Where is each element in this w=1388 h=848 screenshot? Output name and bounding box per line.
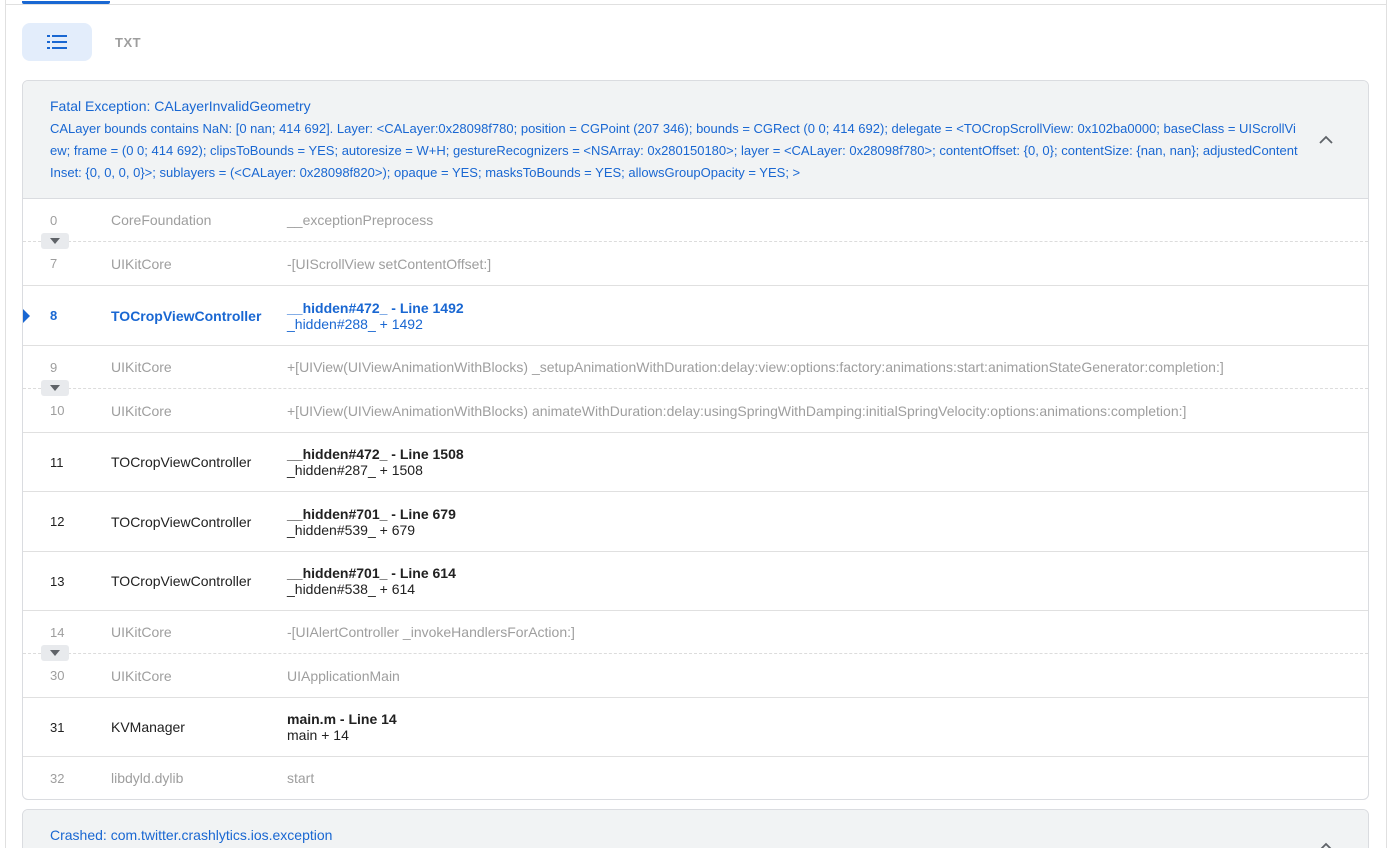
frame-symbol: start <box>287 770 315 786</box>
exception-message: CALayer bounds contains NaN: [0 nan; 414… <box>50 121 1298 180</box>
chevron-up-icon <box>1320 842 1332 848</box>
frame-symbol: +[UIView(UIViewAnimationWithBlocks) _set… <box>287 359 1224 375</box>
frame-library: TOCropViewController <box>111 513 252 530</box>
frame-library: TOCropViewController <box>111 573 252 589</box>
frame-symbol: +[UIView(UIViewAnimationWithBlocks) anim… <box>287 402 1187 419</box>
stack-frame-row[interactable]: 0 CoreFoundation __exceptionPreprocess <box>23 199 1368 249</box>
frame-symbol-offset: _hidden#539_ + 679 <box>287 521 416 538</box>
exception-title: Crashed: com.twitter.crashlytics.ios.exc… <box>50 827 333 843</box>
view-toggle: TXT <box>22 23 141 61</box>
txt-view-button[interactable]: TXT <box>115 35 141 50</box>
collapse-button[interactable] <box>1316 129 1336 149</box>
stack-frame-row[interactable]: 30 UIKitCore UIApplicationMain <box>23 654 1368 698</box>
frame-symbol: main.m - Line 14 main + 14 <box>287 711 1368 743</box>
expand-hidden-frames-button[interactable] <box>41 645 69 661</box>
stack-frame-row[interactable]: 7 UIKitCore -[UIScrollView setContentOff… <box>23 242 1368 286</box>
frame-symbol-offset: main + 14 <box>287 727 349 743</box>
frame-number: 0 <box>50 212 58 228</box>
stack-frame-row[interactable]: 13 TOCropViewController __hidden#701_ - … <box>23 552 1368 611</box>
frame-number: 13 <box>50 573 65 589</box>
frame-symbol-offset: _hidden#538_ + 614 <box>287 581 416 597</box>
frame-library: CoreFoundation <box>111 212 212 228</box>
frame-number: 30 <box>50 668 65 683</box>
expand-hidden-frames-button[interactable] <box>41 380 69 396</box>
exception-title: Fatal Exception: CALayerInvalidGeometry <box>50 98 311 114</box>
exception-card: Fatal Exception: CALayerInvalidGeometry … <box>22 80 1369 800</box>
frame-library: UIKitCore <box>111 255 172 272</box>
frame-symbol-offset: _hidden#287_ + 1508 <box>287 462 423 478</box>
frame-symbol: __exceptionPreprocess <box>287 212 434 228</box>
expand-hidden-frames-button[interactable] <box>41 233 69 249</box>
frame-symbol-main: __hidden#472_ - Line 1508 <box>287 446 464 462</box>
frame-library: UIKitCore <box>111 359 172 375</box>
frame-library: libdyld.dylib <box>111 770 184 786</box>
frame-symbol-main: __hidden#472_ - Line 1492 <box>287 299 464 316</box>
frame-library: KVManager <box>111 719 185 735</box>
exception-card: Crashed: com.twitter.crashlytics.ios.exc… <box>22 809 1369 848</box>
stack-frame-row[interactable]: 31 KVManager main.m - Line 14 main + 14 <box>23 698 1368 757</box>
frame-symbol: UIApplicationMain <box>287 667 400 684</box>
list-icon <box>47 35 67 49</box>
frame-symbol-main: __hidden#701_ - Line 679 <box>287 505 456 522</box>
stack-frame-row[interactable]: 9 UIKitCore +[UIView(UIViewAnimationWith… <box>23 346 1368 396</box>
top-divider <box>5 4 1387 5</box>
frame-symbol: __hidden#472_ - Line 1508 _hidden#287_ +… <box>287 446 1368 478</box>
frame-library: UIKitCore <box>111 402 172 419</box>
frame-symbol-main: __hidden#701_ - Line 614 <box>287 565 456 581</box>
exception-header[interactable]: Crashed: com.twitter.crashlytics.ios.exc… <box>23 810 1368 848</box>
frame-symbol: -[UIAlertController _invokeHandlersForAc… <box>287 624 575 640</box>
caret-down-icon <box>50 238 60 244</box>
frame-symbol: __hidden#701_ - Line 614 _hidden#538_ + … <box>287 565 1368 597</box>
list-view-button[interactable] <box>22 23 92 61</box>
caret-down-icon <box>50 650 60 656</box>
stack-frame-row-highlighted[interactable]: 8 TOCropViewController __hidden#472_ - L… <box>23 286 1368 346</box>
frame-library: TOCropViewController <box>111 307 262 324</box>
frame-number: 32 <box>50 770 65 786</box>
stack-frame-row[interactable]: 32 libdyld.dylib start <box>23 757 1368 799</box>
active-tab-indicator <box>22 1 110 4</box>
frame-number: 12 <box>50 514 65 529</box>
frame-library: TOCropViewController <box>111 454 252 470</box>
stack-frame-row[interactable]: 11 TOCropViewController __hidden#472_ - … <box>23 433 1368 492</box>
frame-number: 31 <box>50 719 65 735</box>
frame-symbol: __hidden#701_ - Line 679 _hidden#539_ + … <box>287 506 1368 538</box>
caret-down-icon <box>50 385 60 391</box>
frame-number: 11 <box>50 454 64 470</box>
frame-symbol: -[UIScrollView setContentOffset:] <box>287 255 492 272</box>
stack-frame-row[interactable]: 14 UIKitCore -[UIAlertController _invoke… <box>23 611 1368 661</box>
frame-library: UIKitCore <box>111 667 172 684</box>
exception-header[interactable]: Fatal Exception: CALayerInvalidGeometry … <box>23 81 1368 199</box>
frame-number: 10 <box>50 403 65 418</box>
frame-library: UIKitCore <box>111 624 172 640</box>
stack-frame-row[interactable]: 12 TOCropViewController __hidden#701_ - … <box>23 492 1368 552</box>
frame-symbol-main: main.m - Line 14 <box>287 711 397 727</box>
frame-symbol: __hidden#472_ - Line 1492 _hidden#288_ +… <box>287 300 1368 332</box>
chevron-up-icon <box>1319 135 1333 144</box>
frame-number: 9 <box>50 359 58 375</box>
caret-right-icon <box>23 308 30 323</box>
frame-number: 8 <box>50 308 58 323</box>
collapse-button[interactable] <box>1316 836 1336 848</box>
frame-symbol-offset: _hidden#288_ + 1492 <box>287 315 423 332</box>
frame-number: 7 <box>50 256 58 271</box>
frame-number: 14 <box>50 624 65 640</box>
stack-frame-row[interactable]: 10 UIKitCore +[UIView(UIViewAnimationWit… <box>23 389 1368 433</box>
